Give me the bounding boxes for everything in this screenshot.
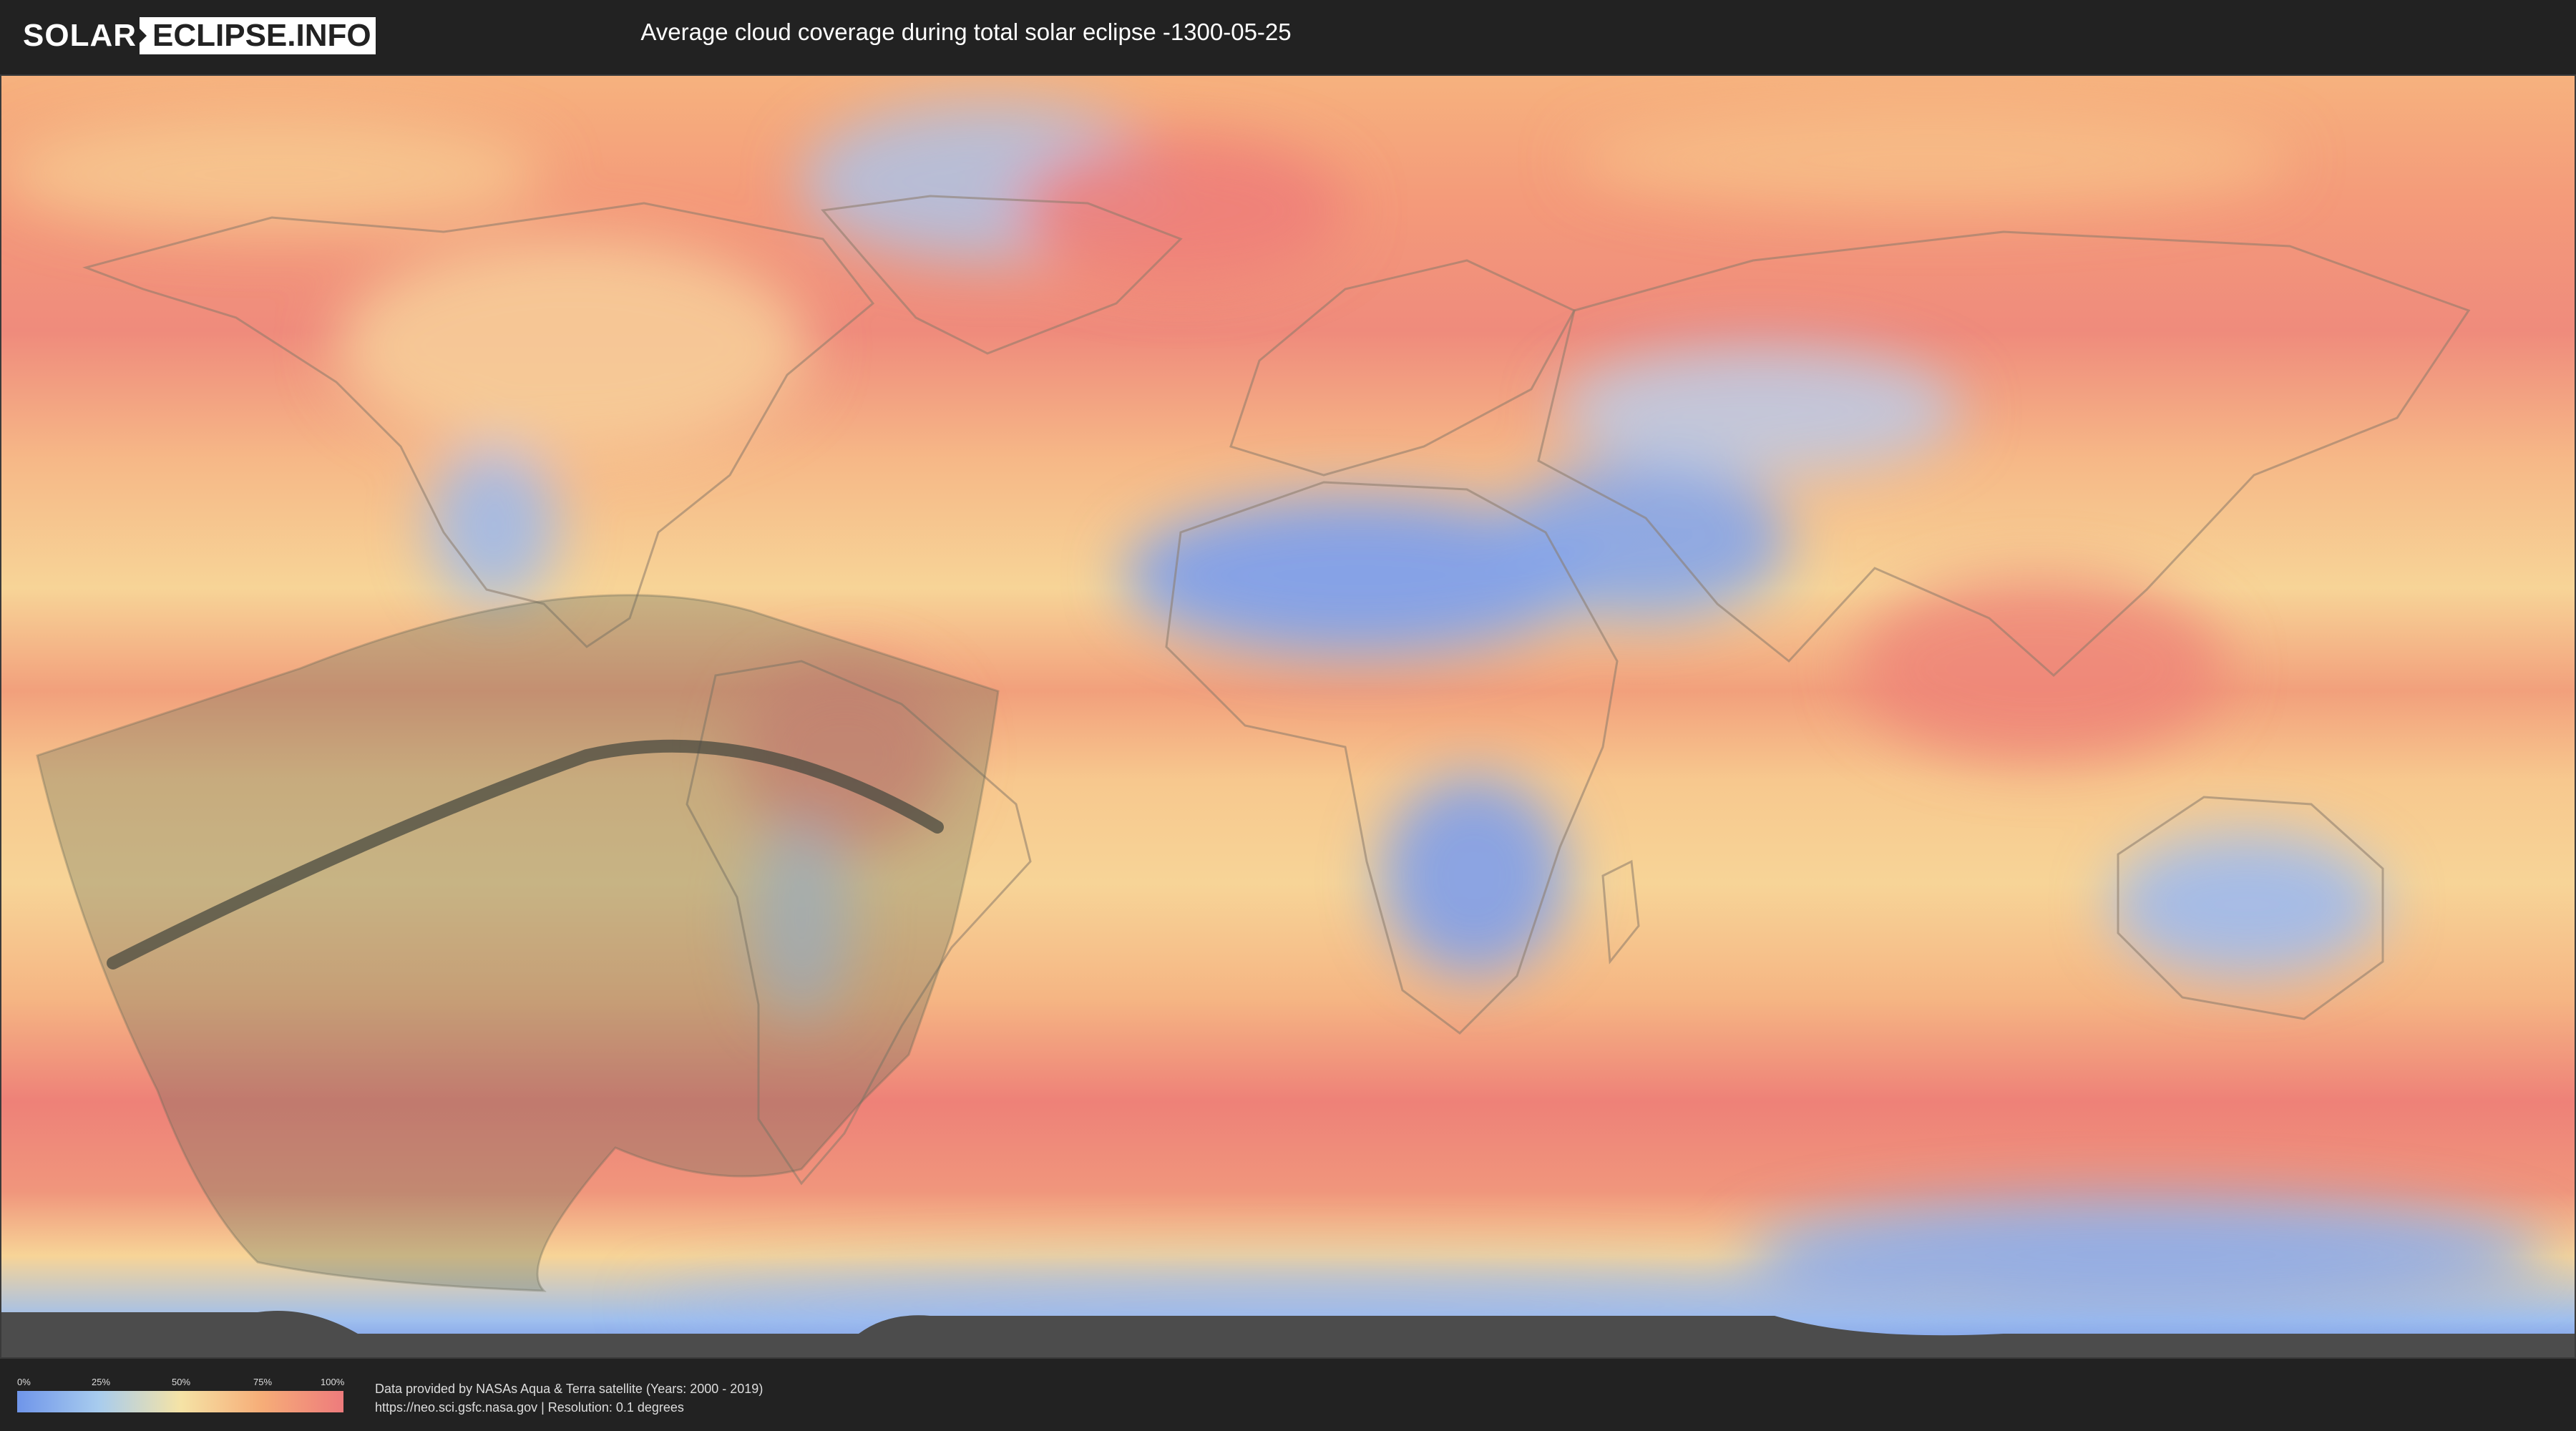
footer-bar: 0% 25% 50% 75% 100% Data provided by NAS… (0, 1359, 2576, 1431)
world-map-svg (0, 74, 2576, 1359)
data-source-credits: Data provided by NASAs Aqua & Terra sate… (375, 1379, 763, 1417)
cloud-coverage-map[interactable] (0, 74, 2576, 1359)
legend-tick: 75% (253, 1377, 273, 1387)
legend-tick: 25% (92, 1377, 111, 1387)
source-line-1: Data provided by NASAs Aqua & Terra sate… (375, 1382, 763, 1396)
header-bar: SOLAR ECLIPSE.INFO Average cloud coverag… (0, 0, 2576, 72)
legend-tick: 50% (172, 1377, 191, 1387)
source-line-2: https://neo.sci.gsfc.nasa.gov | Resoluti… (375, 1400, 684, 1415)
legend-tick: 0% (17, 1377, 31, 1387)
cloud-coverage-legend: 0% 25% 50% 75% 100% (17, 1375, 345, 1412)
page-title: Average cloud coverage during total sola… (640, 19, 1292, 45)
legend-ticks: 0% 25% 50% 75% 100% (17, 1375, 345, 1391)
legend-tick: 100% (321, 1377, 345, 1387)
legend-color-bar (17, 1391, 343, 1412)
